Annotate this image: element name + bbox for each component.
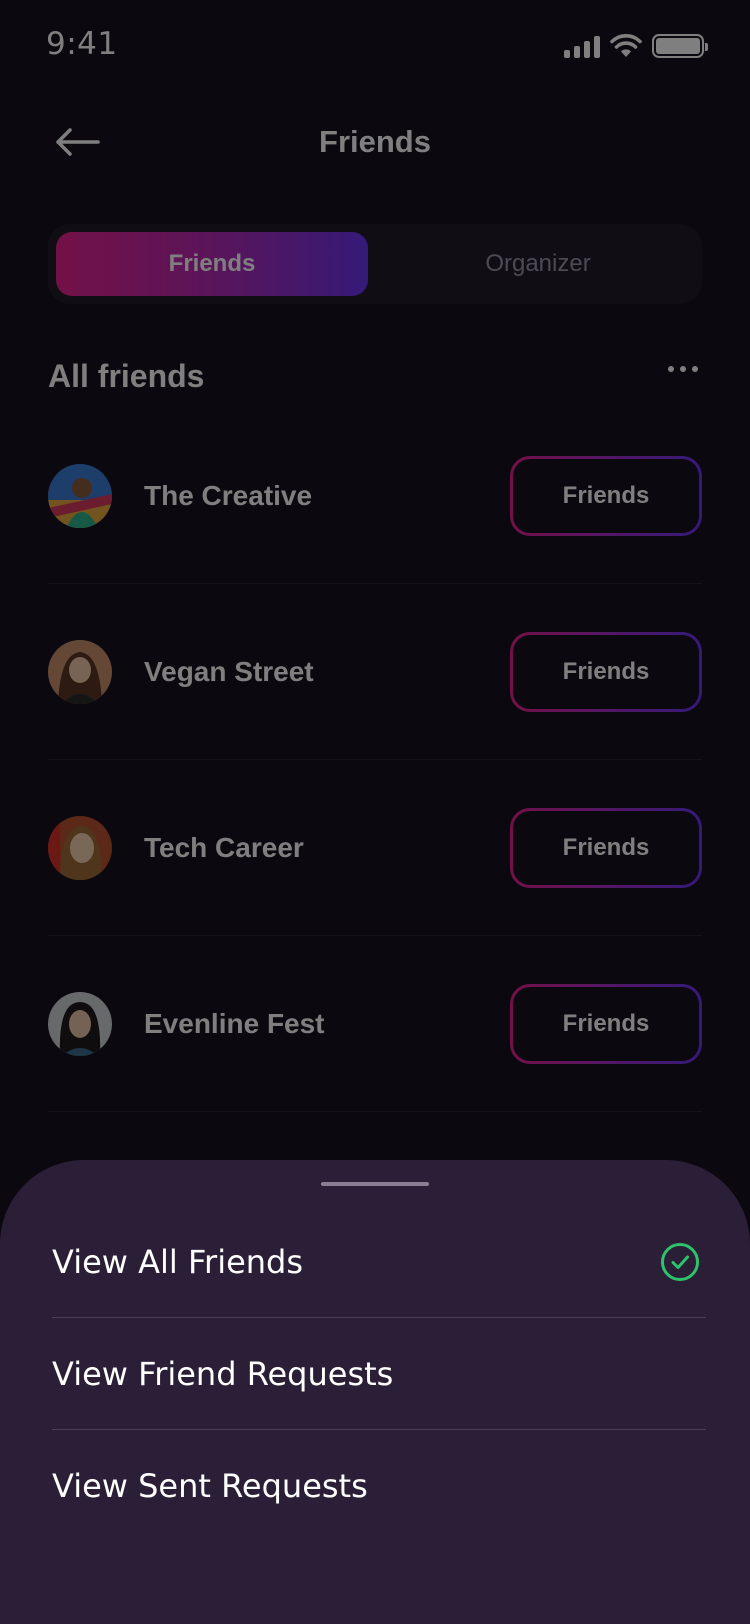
sheet-drag-handle[interactable] (321, 1182, 429, 1186)
bottom-sheet: View All Friends View Friend Requests Vi… (0, 1160, 750, 1624)
sheet-option-view-sent-requests[interactable]: View Sent Requests (52, 1430, 706, 1542)
sheet-option-label: View All Friends (52, 1242, 304, 1281)
sheet-option-view-friend-requests[interactable]: View Friend Requests (52, 1318, 706, 1430)
sheet-option-label: View Friend Requests (52, 1354, 394, 1393)
sheet-option-view-all-friends[interactable]: View All Friends (52, 1206, 706, 1318)
sheet-option-label: View Sent Requests (52, 1467, 368, 1505)
check-circle-icon (661, 1243, 699, 1281)
